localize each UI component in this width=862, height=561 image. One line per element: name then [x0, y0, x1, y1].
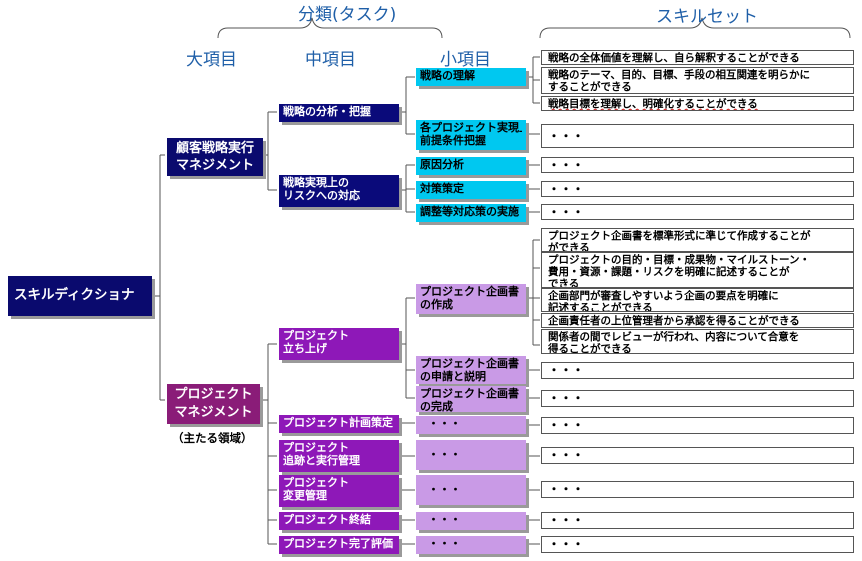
chu-kanryo-node: プロジェクト完了評価: [279, 536, 399, 554]
sho-zentei-line1: 各プロジェクト実現上の: [420, 121, 522, 134]
chu-henkou-line2: 変更管理: [283, 489, 327, 502]
chu-bunseki-node: 戦略の分析・把握: [279, 104, 399, 122]
skill-tsuiseki-dots: ・・・: [541, 447, 854, 464]
sho-kansei-node: プロジェクト企画書 の完成: [416, 386, 526, 412]
chu-henkou-line1: プロジェクト: [283, 476, 349, 489]
chu-shuketsu-node: プロジェクト終結: [279, 512, 399, 530]
skill-kanryo-dots: ・・・: [541, 536, 854, 553]
skill-keikaku-dots: ・・・: [541, 417, 854, 434]
sho-shinsei-line1: プロジェクト企画書: [420, 357, 519, 370]
skill-p3: 企画部門が審査しやすいよう企画の要点を明確に 記述することができる: [541, 288, 854, 312]
skill-p5: 関係者の間でレビューが行われ、内容について合意を 得ることができる: [541, 329, 854, 354]
chu-risk-node: 戦略実現上の リスクへの対応: [279, 175, 399, 207]
chu-tsuiseki-node: プロジェクト 追跡と実行管理: [279, 440, 399, 472]
dai-kokyaku-line2: マネジメント: [175, 158, 254, 173]
skill-s2: 戦略のテーマ、目的、目標、手段の相互関連を明らかに することができる: [541, 67, 854, 94]
skill-s1: 戦略の全体価値を理解し、自ら解釈することができる: [541, 50, 854, 65]
dai-project-line2: マネジメント: [174, 405, 253, 420]
chu-keikaku-node: プロジェクト計画策定: [279, 415, 399, 433]
dai-project-note: （主たる領域）: [172, 431, 253, 445]
dai-header: 大項目: [186, 50, 237, 70]
skill-p5-line2: 得ることができる: [548, 343, 632, 354]
skill-p2: プロジェクトの目的・目標・成果物・マイルストーン・ 費用・資源・課題・リスクを明…: [541, 252, 854, 288]
sho-sakusei-line2: の作成: [420, 298, 453, 311]
skillset-header: スキルセット: [656, 7, 758, 27]
sho-keikaku-dots: ・・・: [416, 416, 526, 434]
chu-henkou-node: プロジェクト 変更管理: [279, 475, 399, 507]
sho-shinsei-node: プロジェクト企画書 の申請と説明: [416, 356, 526, 384]
sho-zentei-line2: 前提条件把握: [420, 134, 486, 147]
chu-tachiage-line2: 立ち上げ: [283, 342, 327, 355]
skill-p1: プロジェクト企画書を標準形式に準じて作成することが ができる: [541, 228, 854, 252]
skill-p2-line2: 費用・資源・課題・リスクを明確に記述することが: [548, 266, 790, 278]
chu-tachiage-node: プロジェクト 立ち上げ: [279, 328, 399, 360]
sho-header: 小項目: [440, 50, 491, 70]
chu-risk-line2: リスクへの対応: [283, 189, 360, 202]
skill-s3-text: 戦略目標を理解し、明確化することができる: [548, 98, 758, 110]
skill-henkou-dots: ・・・: [541, 481, 854, 498]
skill-p2-line3: できる: [548, 278, 580, 288]
skill-p1-line1: プロジェクト企画書を標準形式に準じて作成することが: [548, 230, 811, 242]
skill-p3-line1: 企画部門が審査しやすいよう企画の要点を明確に: [548, 290, 779, 302]
skill-chousei-dots: ・・・: [541, 204, 854, 220]
chu-risk-line1: 戦略実現上の: [283, 176, 349, 189]
chu-header: 中項目: [305, 50, 356, 70]
skill-kansei-dots: ・・・: [541, 390, 854, 407]
dai-kokyaku-node: 顧客戦略実行 マネジメント: [167, 138, 263, 176]
dai-project-node: プロジェクト マネジメント: [167, 384, 260, 424]
sho-kansei-line1: プロジェクト企画書: [420, 387, 519, 400]
sho-shuketsu-dots: ・・・: [416, 512, 526, 530]
skill-shuketsu-dots: ・・・: [541, 512, 854, 529]
skill-genin-dots: ・・・: [541, 157, 854, 173]
root-node: スキルディクショナリ: [8, 276, 152, 316]
sho-zentei-node: 各プロジェクト実現上の 前提条件把握: [416, 120, 526, 150]
dai-project-line1: プロジェクト: [174, 387, 253, 402]
sho-taisaku-node: 対策策定: [416, 181, 526, 199]
skill-shinsei-dots: ・・・: [541, 362, 854, 379]
sho-henkou-dots: ・・・: [416, 475, 526, 505]
sho-genin-node: 原因分析: [416, 157, 526, 175]
sho-sakusei-node: プロジェクト企画書 の作成: [416, 284, 526, 314]
chu-tsuiseki-line1: プロジェクト: [283, 441, 349, 454]
sho-sakusei-line1: プロジェクト企画書: [420, 285, 519, 298]
skill-zentei-dots: ・・・: [541, 124, 854, 148]
bunrui-header: 分類(タスク): [298, 5, 397, 25]
skill-p1-line2: ができる: [548, 242, 590, 252]
sho-rikai-node: 戦略の理解: [416, 68, 526, 86]
sho-shinsei-line2: の申請と説明: [420, 370, 486, 383]
dai-kokyaku-line1: 顧客戦略実行: [175, 141, 254, 156]
sho-chousei-node: 調整等対応策の実施: [416, 204, 526, 222]
skill-p2-line1: プロジェクトの目的・目標・成果物・マイルストーン・: [548, 254, 810, 266]
skill-p5-line1: 関係者の間でレビューが行われ、内容について合意を: [548, 331, 800, 343]
skill-s2-line2: することができる: [548, 81, 632, 93]
sho-kansei-line2: の完成: [420, 400, 453, 412]
chu-tachiage-line1: プロジェクト: [283, 329, 349, 342]
sho-tsuiseki-dots: ・・・: [416, 440, 526, 470]
skill-p4: 企画責任者の上位管理者から承認を得ることができる: [541, 313, 854, 328]
skill-s3: 戦略目標を理解し、明確化することができる: [541, 96, 854, 111]
chu-tsuiseki-line2: 追跡と実行管理: [283, 454, 360, 467]
skill-taisaku-dots: ・・・: [541, 181, 854, 197]
sho-kanryo-dots: ・・・: [416, 536, 526, 554]
skill-p3-line2: 記述することができる: [548, 302, 653, 312]
skill-s2-line1: 戦略のテーマ、目的、目標、手段の相互関連を明らかに: [548, 69, 810, 81]
